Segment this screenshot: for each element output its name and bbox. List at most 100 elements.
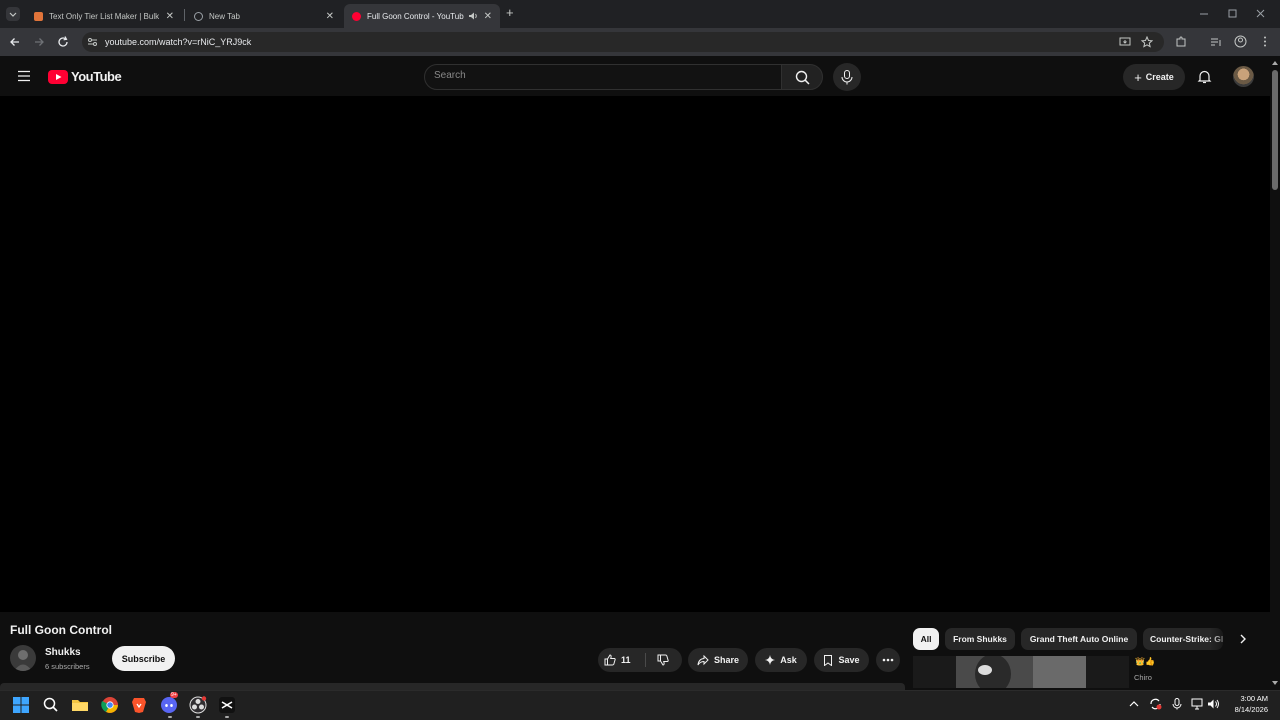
network-icon[interactable] bbox=[1191, 698, 1204, 710]
chevron-down-icon bbox=[9, 12, 17, 17]
close-icon[interactable]: ✕ bbox=[326, 11, 334, 22]
close-icon[interactable]: ✕ bbox=[166, 11, 174, 22]
tray-overflow-chevron-icon[interactable] bbox=[1129, 700, 1139, 708]
ask-button[interactable]: Ask bbox=[755, 648, 807, 672]
capcut-icon[interactable] bbox=[218, 696, 236, 714]
browser-menu-icon[interactable] bbox=[1259, 35, 1271, 48]
file-explorer-icon[interactable] bbox=[71, 696, 89, 714]
subscriber-count: 6 subscribers bbox=[45, 662, 90, 671]
like-count: 11 bbox=[621, 655, 631, 665]
channel-avatar-image-icon bbox=[14, 650, 32, 671]
youtube-favicon-icon bbox=[352, 11, 361, 21]
youtube-logo[interactable]: YouTube bbox=[48, 69, 122, 84]
video-player[interactable] bbox=[0, 96, 1270, 612]
channel-name[interactable]: Shukks bbox=[45, 647, 81, 658]
like-divider bbox=[645, 653, 646, 667]
profile-icon[interactable] bbox=[1234, 35, 1247, 48]
tray-microphone-icon[interactable] bbox=[1172, 698, 1182, 710]
share-button[interactable]: Share bbox=[688, 648, 748, 672]
taskbar-search-icon[interactable] bbox=[42, 696, 60, 714]
scroll-down-arrow-icon[interactable] bbox=[1271, 680, 1279, 686]
chip-from-channel[interactable]: From Shukks bbox=[945, 628, 1015, 650]
close-window-icon bbox=[1256, 9, 1265, 18]
bookmark-star-icon[interactable] bbox=[1141, 36, 1153, 48]
search-placeholder: Search bbox=[434, 70, 466, 81]
taskbar-time[interactable]: 3:00 AM bbox=[1230, 694, 1268, 703]
extensions-icon[interactable] bbox=[1175, 36, 1187, 48]
more-horizontal-icon bbox=[882, 658, 894, 662]
notifications-bell-icon[interactable] bbox=[1197, 69, 1212, 84]
volume-icon[interactable] bbox=[1207, 698, 1220, 710]
browser-tab-new-tab[interactable]: New Tab ✕ bbox=[186, 4, 342, 28]
running-indicator bbox=[168, 716, 172, 718]
browser-tab-youtube[interactable]: Full Goon Control - YouTube ✕ bbox=[344, 4, 500, 28]
channel-avatar[interactable] bbox=[10, 645, 36, 671]
save-button[interactable]: Save bbox=[814, 648, 869, 672]
hamburger-menu-icon[interactable] bbox=[17, 70, 31, 82]
share-label: Share bbox=[713, 655, 739, 665]
running-indicator bbox=[225, 716, 229, 718]
discord-badge: 9+ bbox=[170, 692, 178, 698]
scroll-up-arrow-icon[interactable] bbox=[1271, 60, 1279, 66]
sparkle-icon bbox=[765, 655, 776, 665]
windows-start-icon[interactable] bbox=[12, 696, 30, 714]
thumbnail-image-icon bbox=[913, 656, 1129, 688]
like-button[interactable]: 11 bbox=[604, 648, 631, 672]
thumbs-up-icon bbox=[604, 654, 616, 666]
plus-icon: + bbox=[1134, 69, 1142, 85]
bookmark-icon bbox=[824, 654, 833, 666]
discord-icon bbox=[161, 697, 177, 713]
sync-icon[interactable] bbox=[1149, 698, 1162, 710]
more-actions-button[interactable] bbox=[876, 648, 900, 672]
search-button[interactable] bbox=[781, 64, 823, 90]
recommended-video-thumbnail[interactable] bbox=[913, 656, 1129, 688]
new-tab-button[interactable]: + bbox=[506, 5, 514, 20]
save-label: Save bbox=[838, 655, 860, 665]
tab-divider bbox=[184, 9, 185, 21]
ask-label: Ask bbox=[780, 655, 797, 665]
share-arrow-icon bbox=[697, 654, 709, 665]
running-indicator bbox=[196, 716, 200, 718]
youtube-logo-text: YouTube bbox=[71, 69, 122, 84]
scrollbar-thumb[interactable] bbox=[1272, 70, 1278, 190]
site-info-icon[interactable] bbox=[87, 37, 98, 47]
brave-browser-icon[interactable] bbox=[130, 696, 148, 714]
tab-search-button[interactable] bbox=[6, 7, 20, 21]
voice-search-button[interactable] bbox=[833, 63, 861, 91]
obs-studio-icon[interactable] bbox=[189, 696, 207, 714]
tab-title: New Tab bbox=[209, 11, 240, 21]
search-icon bbox=[795, 70, 810, 85]
browser-tab-tier-list[interactable]: Text Only Tier List Maker | Bulk ✕ bbox=[26, 4, 182, 28]
user-avatar[interactable] bbox=[1233, 66, 1254, 87]
chip-gta-online[interactable]: Grand Theft Auto Online bbox=[1021, 628, 1137, 650]
chip-fade bbox=[1210, 628, 1232, 650]
media-controls-icon[interactable] bbox=[1210, 36, 1222, 48]
taskbar-date[interactable]: 8/14/2026 bbox=[1226, 705, 1268, 714]
browser-tab-strip: Text Only Tier List Maker | Bulk ✕ New T… bbox=[0, 0, 1280, 28]
description-box-edge bbox=[0, 683, 905, 690]
search-input[interactable] bbox=[424, 64, 782, 90]
thumbs-down-icon[interactable] bbox=[657, 654, 669, 666]
tier-list-favicon-icon bbox=[34, 11, 43, 21]
forward-arrow-icon[interactable] bbox=[32, 35, 46, 49]
chevron-right-icon[interactable] bbox=[1237, 633, 1249, 645]
globe-icon bbox=[194, 11, 203, 21]
chip-all[interactable]: All bbox=[913, 628, 939, 650]
window-controls bbox=[1200, 9, 1265, 18]
video-title: Full Goon Control bbox=[10, 623, 112, 637]
tab-title: Full Goon Control - YouTube bbox=[367, 11, 464, 21]
create-button[interactable]: + Create bbox=[1123, 64, 1185, 90]
close-icon[interactable]: ✕ bbox=[484, 11, 492, 22]
discord-app[interactable]: 9+ bbox=[160, 692, 178, 714]
microphone-icon bbox=[841, 70, 853, 85]
speaker-icon[interactable] bbox=[468, 11, 478, 21]
chrome-icon[interactable] bbox=[101, 696, 119, 714]
restore-icon bbox=[1228, 9, 1237, 18]
reload-icon[interactable] bbox=[56, 35, 70, 49]
install-app-icon[interactable] bbox=[1119, 36, 1131, 48]
subscribe-button[interactable]: Subscribe bbox=[112, 646, 175, 671]
recommendation-channel: Chiro bbox=[1134, 673, 1152, 682]
youtube-play-logo-icon bbox=[48, 69, 68, 84]
back-arrow-icon[interactable] bbox=[8, 35, 22, 49]
url-text: youtube.com/watch?v=rNiC_YRJ9ck bbox=[105, 37, 252, 47]
